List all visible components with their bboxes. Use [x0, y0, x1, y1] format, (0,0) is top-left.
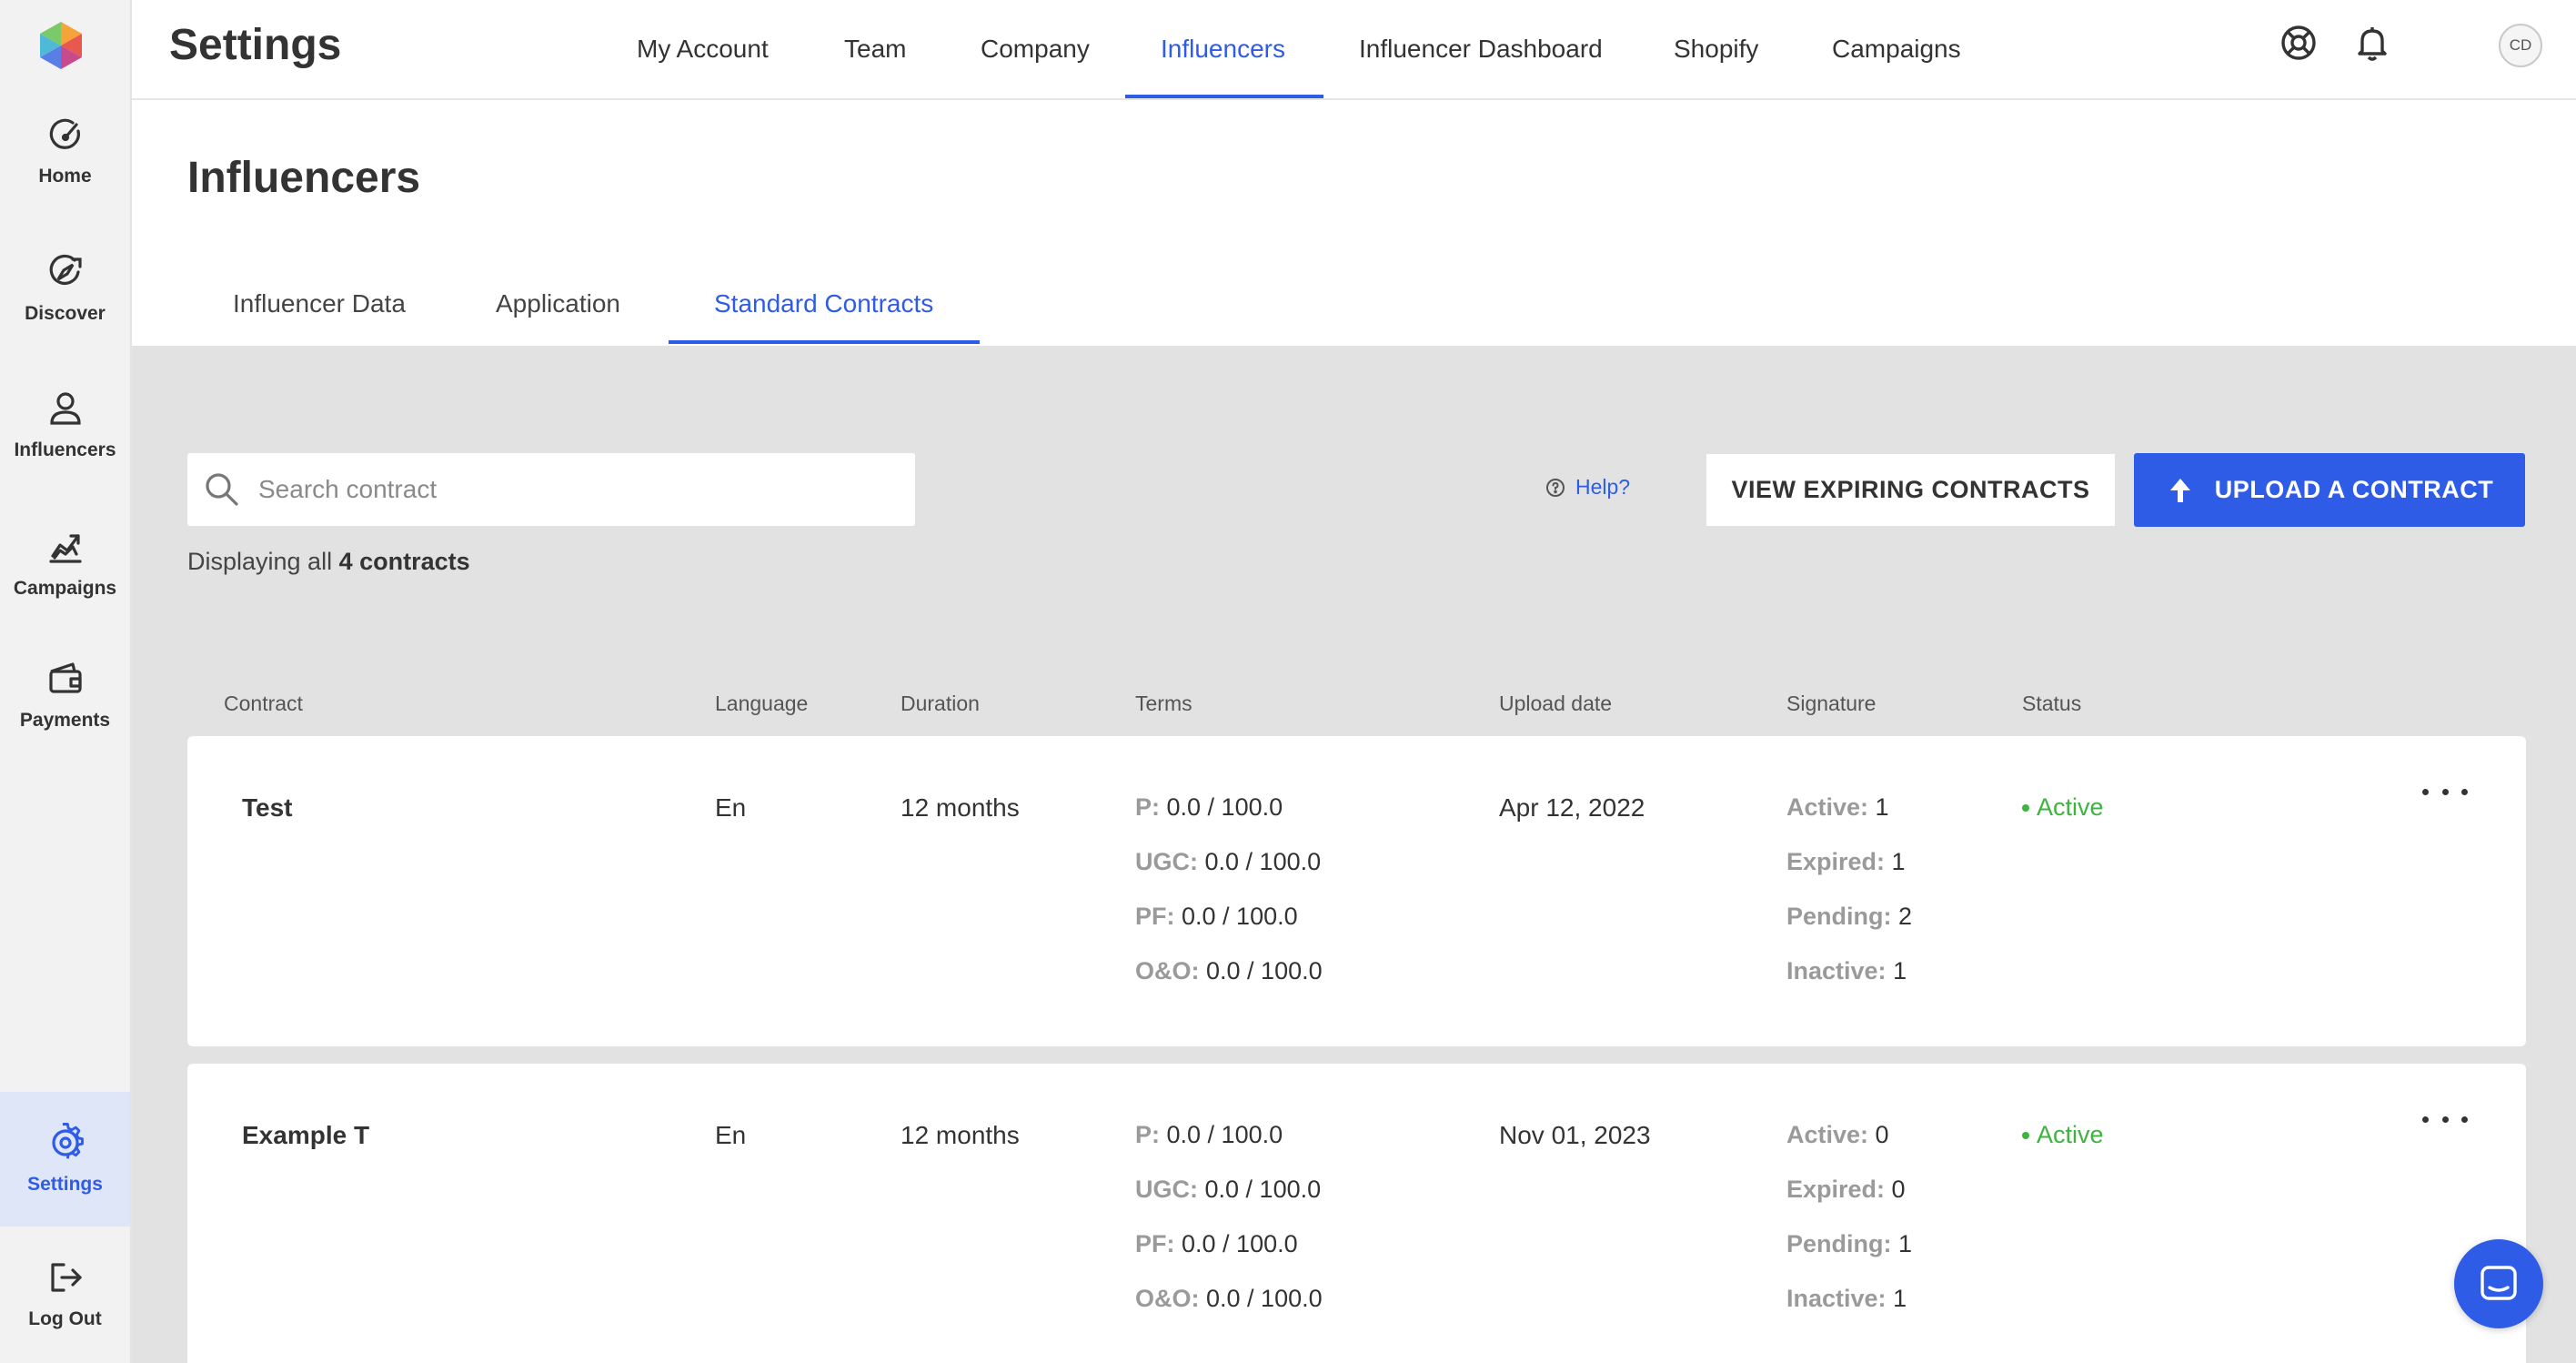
help-circle-icon [1546, 478, 1565, 497]
count-value: 4 contracts [338, 548, 470, 575]
sidebar: Home Discover Influencers Campaigns Paym… [0, 0, 132, 1363]
app-title: Settings [169, 21, 342, 69]
avatar[interactable]: CD [2499, 24, 2542, 67]
tab-influencer-data[interactable]: Influencer Data [233, 273, 406, 346]
signature-line: Expired: 0 [1786, 1176, 1906, 1203]
column-header-upload-date: Upload date [1499, 692, 1613, 715]
contract-name: Test [242, 793, 293, 822]
status-dot-icon [2022, 1131, 2029, 1139]
wallet-icon [48, 662, 82, 693]
brand-logo-icon[interactable] [36, 20, 86, 71]
top-navigation-bar: Settings My Account Team Company Influen… [132, 0, 2576, 100]
term-line: UGC: 0.0 / 100.0 [1135, 848, 1322, 875]
sidebar-item-label: Home [38, 166, 92, 187]
status-badge: Active [2022, 793, 2104, 822]
table-row[interactable]: Test En 12 months P: 0.0 / 100.0 UGC: 0.… [187, 736, 2526, 1046]
sidebar-item-logout[interactable]: Log Out [0, 1227, 130, 1361]
contract-language: En [715, 793, 747, 822]
bell-icon[interactable] [2351, 22, 2393, 64]
page-title: Influencers [187, 154, 421, 202]
tab-influencers[interactable]: Influencers [1161, 0, 1285, 98]
status-badge: Active [2022, 1121, 2104, 1149]
contract-duration: 12 months [901, 1121, 1020, 1149]
tab-influencer-dashboard[interactable]: Influencer Dashboard [1359, 0, 1603, 98]
sidebar-item-influencers[interactable]: Influencers [0, 358, 130, 492]
contract-name: Example T [242, 1121, 370, 1149]
tab-my-account[interactable]: My Account [637, 0, 769, 98]
status-dot-icon [2022, 803, 2029, 812]
support-lifebuoy-icon[interactable] [2278, 22, 2319, 64]
signature-line: Inactive: 1 [1786, 957, 1907, 984]
sidebar-item-campaigns[interactable]: Campaigns [0, 496, 130, 631]
tab-company[interactable]: Company [981, 0, 1090, 98]
chart-icon [48, 534, 82, 563]
sidebar-item-label: Influencers [14, 439, 116, 460]
upload-contract-label: UPLOAD A CONTRACT [2214, 476, 2494, 503]
column-header-duration: Duration [901, 692, 980, 715]
term-line: O&O: 0.0 / 100.0 [1135, 957, 1323, 984]
contract-duration: 12 months [901, 793, 1020, 822]
tab-campaigns[interactable]: Campaigns [1832, 0, 1961, 98]
tab-standard-contracts[interactable]: Standard Contracts [714, 273, 933, 346]
tab-shopify[interactable]: Shopify [1674, 0, 1758, 98]
column-header-language: Language [715, 692, 809, 715]
contract-language: En [715, 1121, 747, 1149]
signature-line: Expired: 1 [1786, 848, 1906, 875]
table-row[interactable]: Example T En 12 months P: 0.0 / 100.0 UG… [187, 1064, 2526, 1363]
count-prefix: Displaying all [187, 548, 333, 575]
help-label: Help? [1575, 475, 1631, 499]
view-expiring-contracts-button[interactable]: VIEW EXPIRING CONTRACTS [1706, 454, 2115, 526]
sidebar-item-settings[interactable]: Settings [0, 1092, 130, 1227]
sidebar-item-label: Settings [27, 1174, 103, 1195]
home-gauge-icon [49, 118, 80, 149]
term-line: P: 0.0 / 100.0 [1135, 793, 1283, 821]
active-tab-indicator [1125, 95, 1323, 98]
tab-team[interactable]: Team [844, 0, 906, 98]
term-line: PF: 0.0 / 100.0 [1135, 1230, 1298, 1257]
signature-line: Inactive: 1 [1786, 1285, 1907, 1312]
row-more-menu-icon[interactable] [2422, 778, 2468, 805]
page-header: Influencers Influencer Data Application … [132, 100, 2576, 346]
sidebar-item-discover[interactable]: Discover [0, 221, 130, 356]
sidebar-item-label: Payments [19, 710, 111, 731]
sidebar-item-label: Log Out [28, 1308, 102, 1329]
sidebar-item-payments[interactable]: Payments [0, 628, 130, 762]
upload-contract-button[interactable]: UPLOAD A CONTRACT [2134, 453, 2525, 527]
contracts-count: Displaying all 4 contracts [187, 548, 470, 576]
search-input[interactable] [258, 475, 895, 504]
signature-line: Pending: 1 [1786, 1230, 1913, 1257]
signature-line: Active: 0 [1786, 1121, 1889, 1148]
signature-line: Pending: 2 [1786, 903, 1913, 930]
sidebar-item-home[interactable]: Home [0, 84, 130, 218]
gear-icon [51, 1123, 84, 1159]
column-header-terms: Terms [1135, 692, 1192, 715]
column-header-signature: Signature [1786, 692, 1877, 715]
tab-application[interactable]: Application [496, 273, 620, 346]
upload-date: Apr 12, 2022 [1499, 793, 1645, 822]
person-icon [49, 392, 81, 425]
sidebar-item-label: Discover [25, 303, 106, 324]
search-box [187, 453, 915, 526]
contracts-content: Help? VIEW EXPIRING CONTRACTS UPLOAD A C… [132, 346, 2576, 1363]
discover-compass-icon [49, 254, 82, 285]
search-icon [206, 473, 238, 506]
active-subtab-indicator [669, 340, 980, 344]
column-header-status: Status [2022, 692, 2082, 715]
logout-icon [50, 1263, 82, 1292]
chat-launcher-button[interactable] [2454, 1239, 2543, 1328]
chat-icon [2480, 1266, 2517, 1300]
signature-line: Active: 1 [1786, 793, 1889, 821]
arrow-up-icon [2169, 478, 2190, 502]
help-link[interactable]: Help? [1545, 475, 1630, 500]
term-line: PF: 0.0 / 100.0 [1135, 903, 1298, 930]
term-line: UGC: 0.0 / 100.0 [1135, 1176, 1322, 1203]
column-header-contract: Contract [224, 692, 303, 715]
sidebar-item-label: Campaigns [13, 578, 117, 599]
upload-date: Nov 01, 2023 [1499, 1121, 1651, 1149]
term-line: O&O: 0.0 / 100.0 [1135, 1285, 1323, 1312]
row-more-menu-icon[interactable] [2422, 1106, 2468, 1133]
term-line: P: 0.0 / 100.0 [1135, 1121, 1283, 1148]
